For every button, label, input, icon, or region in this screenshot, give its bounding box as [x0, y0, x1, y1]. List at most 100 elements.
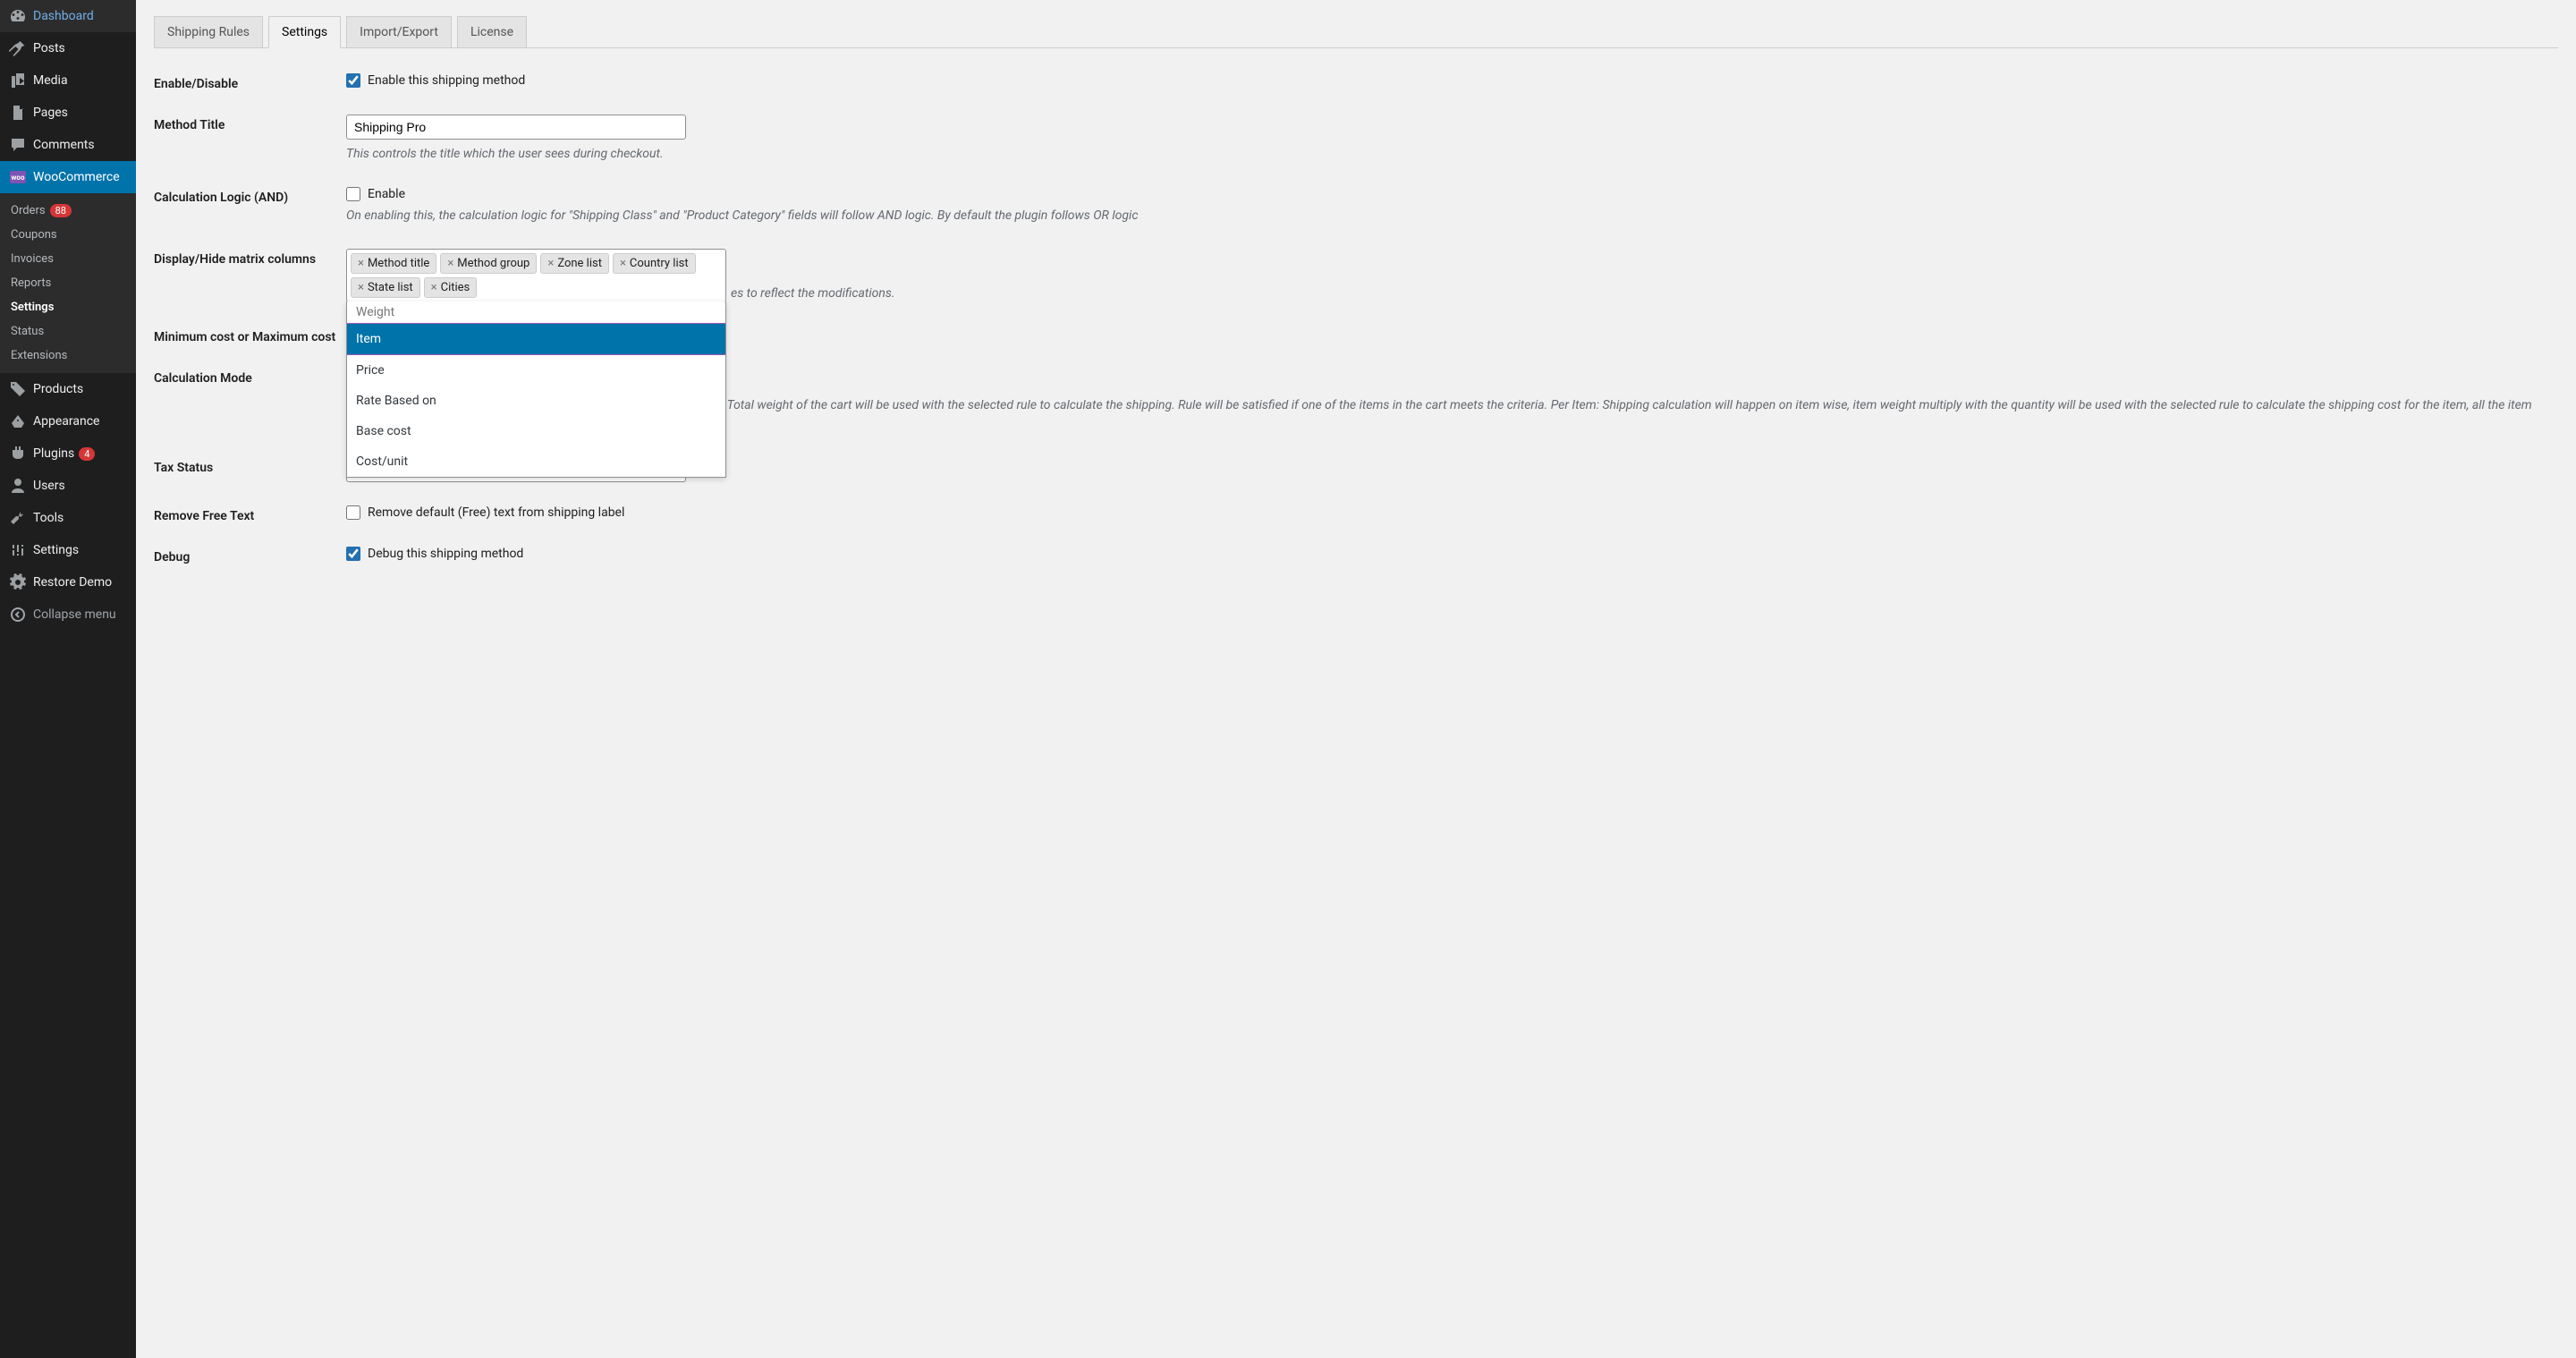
submenu-settings[interactable]: Settings [0, 295, 136, 319]
dashboard-icon [9, 7, 27, 25]
dropdown-option-rate-based-on[interactable]: Rate Based on [347, 386, 725, 416]
debug-label: Debug this shipping method [368, 547, 523, 561]
method-title-input[interactable] [346, 115, 686, 140]
tag-cities[interactable]: ×Cities [424, 277, 478, 298]
submenu-reports[interactable]: Reports [0, 271, 136, 295]
calc-logic-help: On enabling this, the calculation logic … [346, 207, 2558, 225]
settings-icon [9, 541, 27, 559]
display-hide-help-tail: es to reflect the modifications. [731, 284, 2558, 303]
sidebar-item-products[interactable]: Products [0, 373, 136, 405]
sidebar-item-collapse[interactable]: Collapse menu [0, 598, 136, 631]
dropdown-option-price[interactable]: Price [347, 355, 725, 386]
sidebar-item-dashboard[interactable]: Dashboard [0, 0, 136, 32]
tab-license[interactable]: License [457, 16, 527, 48]
sidebar-label: Restore Demo [33, 575, 112, 590]
sidebar-item-appearance[interactable]: Appearance [0, 405, 136, 437]
enable-shipping-checkbox[interactable] [346, 73, 360, 88]
sidebar-label: Tools [33, 511, 64, 525]
dropdown-option-item[interactable]: Item [347, 323, 725, 355]
main-content: Shipping Rules Settings Import/Export Li… [136, 0, 2576, 1358]
row-remove-free: Remove Free Text Remove default (Free) t… [154, 505, 2558, 523]
submenu-status[interactable]: Status [0, 319, 136, 344]
remove-free-label: Remove default (Free) text from shipping… [368, 505, 624, 520]
label-remove-free: Remove Free Text [154, 505, 346, 523]
tabs: Shipping Rules Settings Import/Export Li… [154, 16, 2558, 48]
submenu-extensions[interactable]: Extensions [0, 344, 136, 368]
sidebar-label: Pages [33, 106, 68, 120]
submenu-orders[interactable]: Orders88 [0, 199, 136, 223]
tag-country-list[interactable]: ×Country list [613, 253, 696, 274]
sidebar-label: Products [33, 382, 83, 396]
admin-sidebar: Dashboard Posts Media Pages Comments woo… [0, 0, 136, 1358]
sidebar-label: Settings [33, 543, 79, 557]
sidebar-item-media[interactable]: Media [0, 64, 136, 97]
sidebar-label: WooCommerce [33, 170, 120, 184]
label-enable-disable: Enable/Disable [154, 73, 346, 91]
media-icon [9, 72, 27, 89]
sidebar-label: Media [33, 73, 68, 88]
sidebar-label: Plugins [33, 446, 74, 461]
label-calc-mode: Calculation Mode [154, 368, 346, 386]
matrix-columns-multiselect[interactable]: ×Method title×Method group×Zone list×Cou… [346, 249, 726, 302]
debug-checkbox[interactable] [346, 547, 360, 561]
calc-logic-checkbox-wrap[interactable]: Enable [346, 187, 2558, 201]
pin-icon [9, 39, 27, 57]
dropdown-option-base-cost[interactable]: Base cost [347, 416, 725, 446]
label-display-hide: Display/Hide matrix columns [154, 249, 346, 267]
tag-zone-list[interactable]: ×Zone list [540, 253, 609, 274]
plugins-badge: 4 [79, 447, 95, 461]
label-method-title: Method Title [154, 115, 346, 132]
sidebar-item-users[interactable]: Users [0, 470, 136, 502]
tag-remove-icon[interactable]: × [620, 257, 626, 270]
products-icon [9, 380, 27, 398]
tag-remove-icon[interactable]: × [431, 281, 437, 294]
tab-settings[interactable]: Settings [268, 16, 341, 48]
tag-method-group[interactable]: ×Method group [440, 253, 537, 274]
sidebar-item-plugins[interactable]: Plugins 4 [0, 437, 136, 470]
woocommerce-icon: woo [9, 168, 27, 186]
remove-free-checkbox-wrap[interactable]: Remove default (Free) text from shipping… [346, 505, 2558, 520]
tag-method-title[interactable]: ×Method title [351, 253, 436, 274]
row-display-hide: Display/Hide matrix columns ×Method titl… [154, 249, 2558, 303]
tag-state-list[interactable]: ×State list [351, 277, 420, 298]
woocommerce-submenu: Orders88 Coupons Invoices Reports Settin… [0, 193, 136, 373]
sidebar-item-restore[interactable]: Restore Demo [0, 566, 136, 598]
enable-shipping-checkbox-wrap[interactable]: Enable this shipping method [346, 73, 2558, 88]
plugin-icon [9, 445, 27, 463]
users-icon [9, 477, 27, 495]
remove-free-checkbox[interactable] [346, 505, 360, 520]
dropdown-option-weight[interactable]: Weight [347, 301, 725, 323]
row-method-title: Method Title This controls the title whi… [154, 115, 2558, 164]
label-debug: Debug [154, 547, 346, 564]
tab-shipping-rules[interactable]: Shipping Rules [154, 16, 263, 48]
sidebar-item-comments[interactable]: Comments [0, 129, 136, 161]
row-debug: Debug Debug this shipping method [154, 547, 2558, 564]
sidebar-item-settings[interactable]: Settings [0, 534, 136, 566]
tag-remove-icon[interactable]: × [547, 257, 554, 270]
sidebar-item-tools[interactable]: Tools [0, 502, 136, 534]
row-calc-logic: Calculation Logic (AND) Enable On enabli… [154, 187, 2558, 225]
sidebar-item-woocommerce[interactable]: woo WooCommerce [0, 161, 136, 193]
tag-remove-icon[interactable]: × [358, 257, 364, 270]
calc-logic-checkbox[interactable] [346, 187, 360, 201]
sidebar-item-posts[interactable]: Posts [0, 32, 136, 64]
label-calc-logic: Calculation Logic (AND) [154, 187, 346, 205]
method-title-help: This controls the title which the user s… [346, 145, 2558, 164]
appearance-icon [9, 412, 27, 430]
submenu-coupons[interactable]: Coupons [0, 223, 136, 247]
sidebar-label: Collapse menu [33, 607, 116, 622]
tab-import-export[interactable]: Import/Export [346, 16, 452, 48]
comment-icon [9, 136, 27, 154]
orders-badge: 88 [50, 204, 72, 217]
sidebar-item-pages[interactable]: Pages [0, 97, 136, 129]
sidebar-label: Comments [33, 138, 95, 152]
collapse-icon [9, 606, 27, 624]
sidebar-label: Dashboard [33, 9, 94, 23]
debug-checkbox-wrap[interactable]: Debug this shipping method [346, 547, 2558, 561]
tag-remove-icon[interactable]: × [447, 257, 453, 270]
dropdown-option-cost-unit[interactable]: Cost/unit [347, 446, 725, 477]
submenu-invoices[interactable]: Invoices [0, 247, 136, 271]
tools-icon [9, 509, 27, 527]
tag-remove-icon[interactable]: × [358, 281, 364, 294]
calc-logic-label: Enable [368, 187, 405, 201]
